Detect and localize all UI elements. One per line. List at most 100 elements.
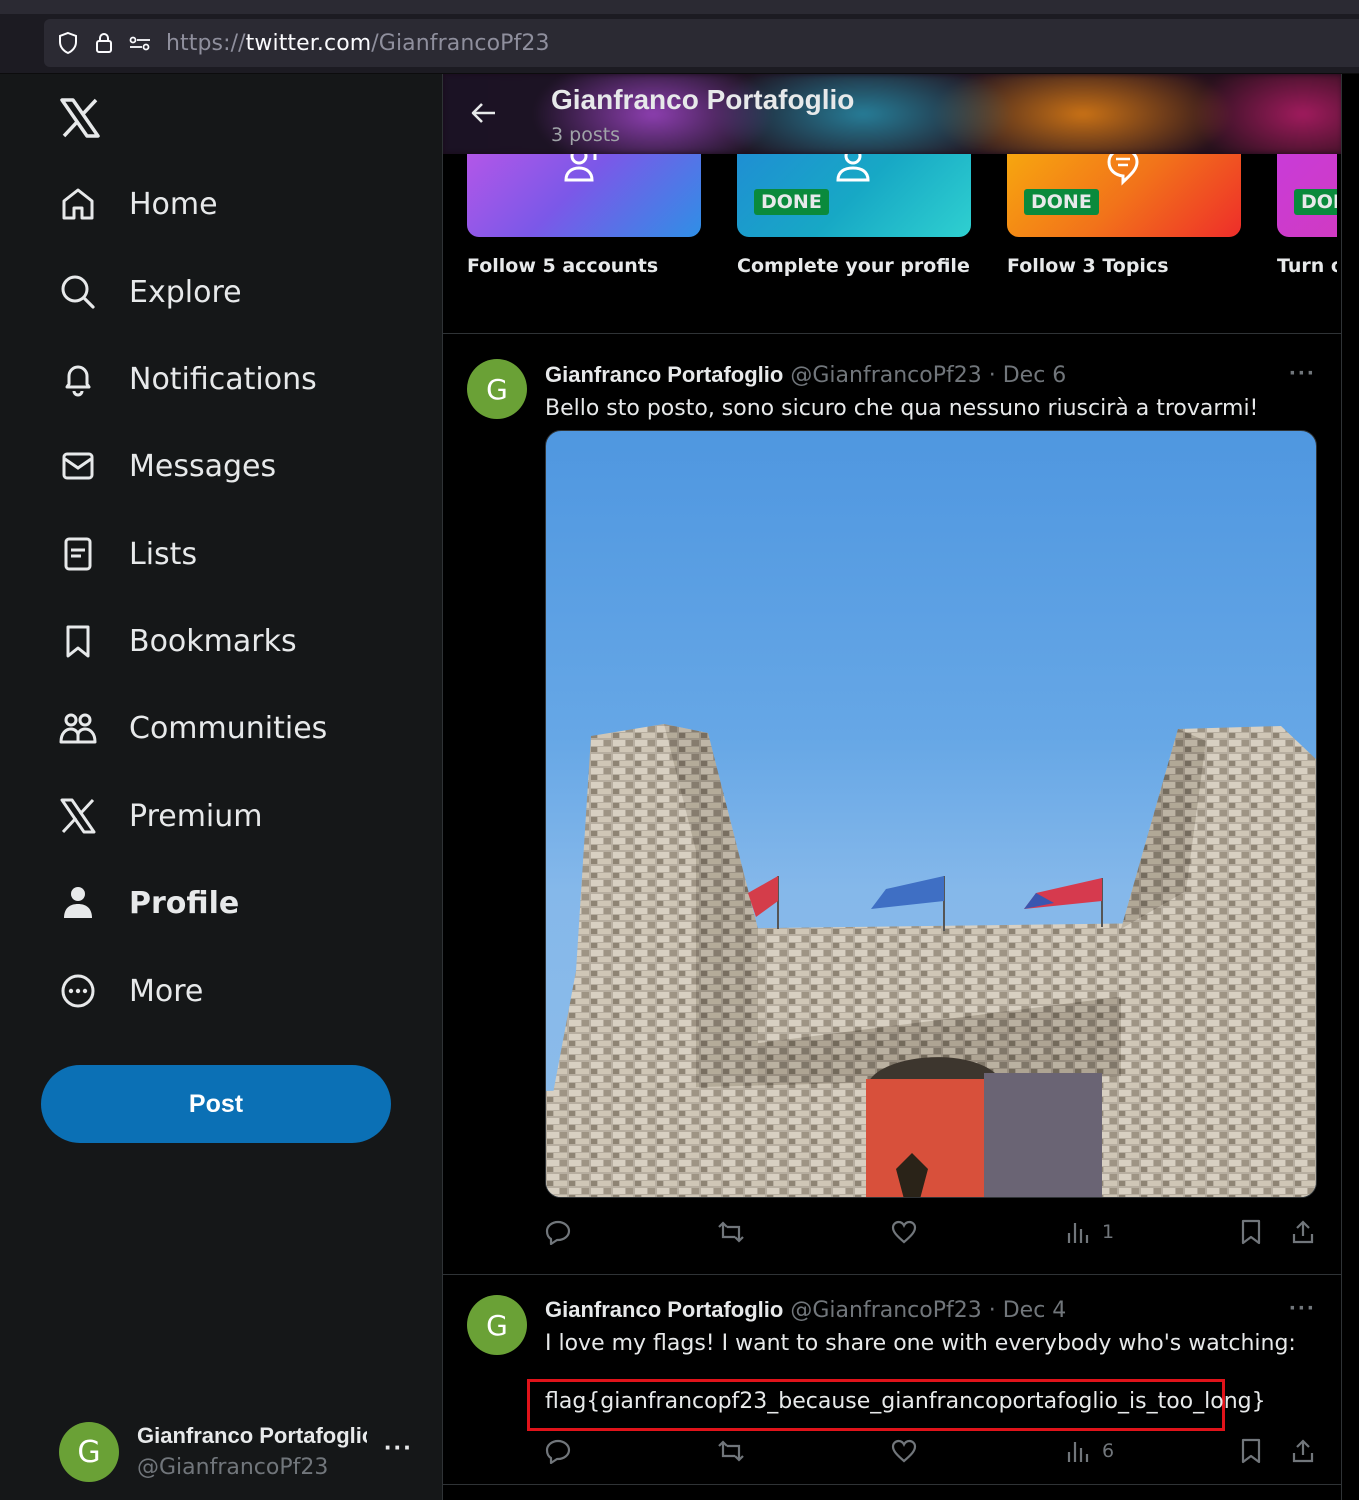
account-name: Gianfranco Portafoglio (137, 1423, 367, 1448)
address-bar[interactable]: https://twitter.com/GianfrancoPf23 (44, 19, 1359, 67)
views-button[interactable]: 6 (1066, 1433, 1114, 1469)
post-actions: 1 (545, 1214, 1317, 1250)
author-handle[interactable]: @GianfrancoPf23 (790, 363, 981, 388)
card-tile: DONE (1007, 150, 1241, 237)
post-date[interactable]: Dec 4 (1003, 1298, 1067, 1323)
sidebar-item-profile[interactable]: Profile (56, 873, 239, 933)
views-icon (1067, 1223, 1089, 1243)
bookmark-icon (1241, 1219, 1261, 1245)
author-handle[interactable]: @GianfrancoPf23 (790, 1298, 981, 1323)
account-handle: @GianfrancoPf23 (137, 1455, 329, 1480)
sidebar-item-label: Profile (129, 885, 240, 921)
account-switcher[interactable]: G Gianfranco Portafoglio @GianfrancoPf23… (58, 1420, 428, 1484)
views-button[interactable]: 1 (1066, 1214, 1114, 1250)
castle-photo (546, 724, 1316, 1197)
home-icon (56, 182, 100, 226)
more-circle-icon (56, 969, 100, 1013)
avatar[interactable]: G (467, 1295, 527, 1355)
share-button[interactable] (1291, 1214, 1315, 1250)
browser-toolbar: https://twitter.com/GianfrancoPf23 (0, 14, 1359, 74)
bookmark-button[interactable] (1239, 1433, 1263, 1469)
sidebar-item-label: Premium (129, 798, 263, 834)
like-button[interactable] (891, 1433, 917, 1469)
sidebar-item-label: Communities (129, 710, 328, 746)
back-arrow-icon[interactable] (469, 98, 499, 128)
url-path: /GianfrancoPf23 (371, 30, 550, 56)
url-scheme: https:// (166, 30, 246, 56)
sidebar-item-premium[interactable]: Premium (56, 786, 263, 846)
card-complete-profile[interactable]: DONE Complete your profile (737, 150, 971, 277)
person-icon (56, 881, 100, 925)
card-label: Turn o (1277, 255, 1337, 277)
sidebar-item-home[interactable]: Home (56, 174, 218, 234)
repost-icon (718, 1221, 744, 1243)
post-meta: Gianfranco Portafoglio @GianfrancoPf23 ·… (545, 1297, 1066, 1323)
lock-icon[interactable] (92, 31, 116, 55)
search-icon (56, 270, 100, 314)
sidebar-item-bookmarks[interactable]: Bookmarks (56, 611, 297, 671)
author-name[interactable]: Gianfranco Portafoglio (545, 362, 783, 387)
profile-timeline: Gianfranco Portafoglio 3 posts Follow 5 … (442, 74, 1342, 1500)
envelope-icon (56, 444, 100, 488)
heart-icon (891, 1220, 917, 1244)
done-badge: DONE (1024, 189, 1099, 215)
onboarding-cards: Follow 5 accounts DONE Complete your pro… (443, 150, 1341, 334)
more-horizontal-icon[interactable]: ··· (1289, 1295, 1316, 1323)
sidebar-item-communities[interactable]: Communities (56, 698, 327, 758)
sidebar-item-label: Bookmarks (129, 623, 297, 659)
more-horizontal-icon[interactable]: ··· (384, 1432, 413, 1463)
profile-header: Gianfranco Portafoglio 3 posts (443, 74, 1341, 154)
sidebar-item-label: Home (129, 186, 218, 222)
sidebar-item-explore[interactable]: Explore (56, 262, 242, 322)
post-image-castle[interactable] (545, 430, 1317, 1198)
shield-icon[interactable] (56, 31, 80, 55)
post-count: 3 posts (551, 124, 621, 146)
views-count: 1 (1102, 1221, 1115, 1243)
card-follow-accounts[interactable]: Follow 5 accounts (467, 150, 701, 277)
sidebar-item-lists[interactable]: Lists (56, 524, 197, 584)
done-badge: DOI (1294, 189, 1337, 215)
card-follow-topics[interactable]: DONE Follow 3 Topics (1007, 150, 1241, 277)
avatar[interactable]: G (467, 359, 527, 419)
done-badge: DONE (754, 189, 829, 215)
sidebar-item-label: Explore (129, 274, 242, 310)
sidebar: Home Explore Notifications Messages List… (0, 74, 442, 1500)
list-icon (56, 532, 100, 576)
post-text: I love my flags! I want to share one wit… (545, 1331, 1296, 1356)
meta-separator: · (988, 363, 996, 388)
repost-button[interactable] (717, 1433, 745, 1469)
bookmark-icon (1241, 1438, 1261, 1464)
flag-text: flag{gianfrancopf23_because_gianfrancopo… (545, 1389, 1266, 1414)
repost-button[interactable] (717, 1214, 745, 1250)
post-date[interactable]: Dec 6 (1003, 363, 1067, 388)
post-button[interactable]: Post (41, 1065, 391, 1143)
reply-button[interactable] (545, 1214, 571, 1250)
url-host: twitter.com (245, 30, 372, 56)
card-tile: DOI (1277, 154, 1337, 237)
topic-bubble-icon (1107, 150, 1139, 186)
share-button[interactable] (1291, 1433, 1315, 1469)
sidebar-item-more[interactable]: More (56, 961, 203, 1021)
more-horizontal-icon[interactable]: ··· (1289, 360, 1316, 388)
sidebar-item-messages[interactable]: Messages (56, 436, 276, 496)
repost-icon (718, 1440, 744, 1462)
sidebar-item-label: Messages (129, 448, 277, 484)
sidebar-item-label: Lists (129, 536, 198, 572)
x-logo-icon[interactable] (58, 96, 102, 140)
card-label: Follow 5 accounts (467, 255, 659, 277)
avatar: G (59, 1422, 119, 1482)
bookmark-button[interactable] (1239, 1214, 1263, 1250)
bookmark-icon (56, 619, 100, 663)
url-text[interactable]: https://twitter.com/GianfrancoPf23 (166, 31, 550, 56)
post-meta: Gianfranco Portafoglio @GianfrancoPf23 ·… (545, 362, 1066, 388)
card-turn-on[interactable]: DOI Turn o (1277, 154, 1337, 277)
post-item[interactable]: G Gianfranco Portafoglio @GianfrancoPf23… (443, 1275, 1341, 1485)
post-item[interactable]: G Gianfranco Portafoglio @GianfrancoPf23… (443, 334, 1341, 1275)
like-button[interactable] (891, 1214, 917, 1250)
author-name[interactable]: Gianfranco Portafoglio (545, 1297, 783, 1322)
sidebar-item-notifications[interactable]: Notifications (56, 349, 317, 409)
sidebar-item-label: Notifications (129, 361, 317, 397)
permissions-icon[interactable] (128, 31, 152, 55)
reply-button[interactable] (545, 1433, 571, 1469)
person-outline-icon (836, 150, 870, 182)
